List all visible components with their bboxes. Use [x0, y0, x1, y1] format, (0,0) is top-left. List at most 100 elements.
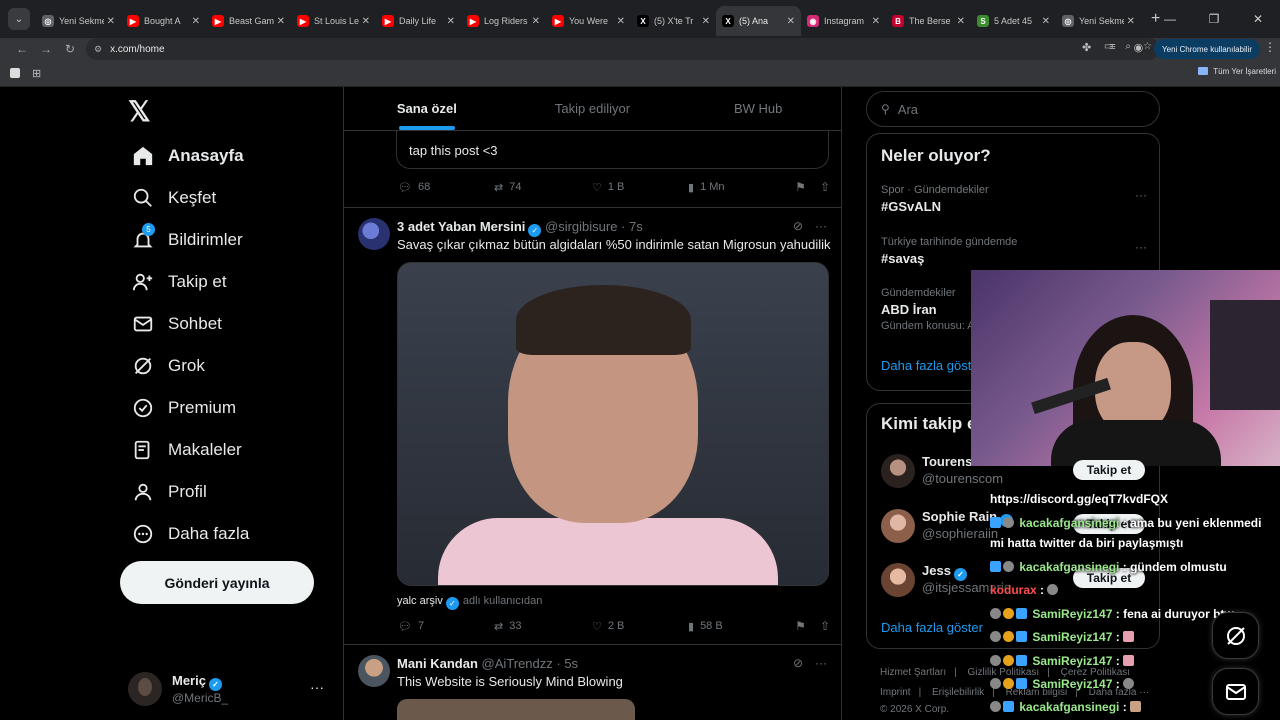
close-tab-icon[interactable]: ✕ — [957, 16, 965, 27]
reply-button[interactable]: 💬︎ 68 — [398, 181, 494, 194]
browser-tab[interactable]: X (5) Ana ✕ — [716, 6, 801, 36]
close-tab-icon[interactable]: ✕ — [447, 16, 455, 27]
show-more-link[interactable]: Daha fazla göster — [881, 358, 983, 373]
minimize-icon[interactable]: — — [1148, 12, 1192, 26]
close-tab-icon[interactable]: ✕ — [617, 16, 625, 27]
post-author[interactable]: Mani Kandan — [397, 656, 478, 671]
browser-tab[interactable]: ◎ Yeni Sekme ✕ — [1056, 6, 1141, 36]
media-control-icon[interactable]: ≡ — [1109, 41, 1115, 54]
url-input[interactable]: ⚙ x.com/home ▭ ⌕ ☆ — [86, 38, 1160, 60]
more-options-icon[interactable]: ··· — [815, 656, 827, 670]
retweet-button[interactable]: ⇄ 74 — [494, 181, 592, 194]
bookmark-icon[interactable]: ⚑ — [795, 180, 806, 194]
nav-item-chat[interactable]: Sohbet — [130, 305, 222, 343]
post-button[interactable]: Gönderi yayınla — [120, 561, 314, 604]
close-tab-icon[interactable]: ✕ — [107, 16, 115, 27]
bookmark-star-icon[interactable]: ☆ — [1143, 41, 1152, 52]
grok-icon[interactable]: ⊘ — [793, 656, 803, 670]
close-tab-icon[interactable]: ✕ — [192, 16, 200, 27]
site-info-icon[interactable]: ⚙ — [94, 44, 102, 55]
tab-search-icon[interactable]: ⌄ — [8, 8, 30, 30]
account-switcher[interactable]: Meriç ✓ @MericB_ ··· — [128, 667, 338, 711]
post-avatar[interactable] — [358, 218, 390, 250]
browser-tab[interactable]: ▶ Beast Gam ✕ — [206, 6, 291, 36]
nav-item-explore[interactable]: Keşfet — [130, 179, 216, 217]
x-logo-icon[interactable]: 𝕏 — [128, 95, 151, 128]
post-media[interactable] — [397, 699, 635, 720]
forward-icon[interactable]: → — [34, 42, 58, 56]
grok-icon[interactable]: ⊘ — [793, 219, 803, 233]
views-button[interactable]: ▮ 58 B — [688, 620, 792, 633]
media-source[interactable]: yalc arşiv — [397, 595, 443, 607]
quoted-post[interactable]: tap this post <3 — [396, 129, 829, 169]
tab-bw-hub[interactable]: BW Hub — [675, 87, 841, 130]
search-input[interactable]: ⚲ Ara — [866, 91, 1160, 127]
close-tab-icon[interactable]: ✕ — [787, 16, 795, 27]
close-tab-icon[interactable]: ✕ — [532, 16, 540, 27]
browser-tab[interactable]: ▶ You Were ✕ — [546, 6, 631, 36]
retweet-button[interactable]: ⇄ 33 — [494, 620, 592, 633]
all-bookmarks-button[interactable]: Tüm Yer İşaretleri — [1198, 67, 1276, 76]
nav-item-notifications[interactable]: 5 Bildirimler — [130, 221, 243, 259]
browser-tab[interactable]: B The Berse ✕ — [886, 6, 971, 36]
close-tab-icon[interactable]: ✕ — [1042, 16, 1050, 27]
nav-item-home[interactable]: Anasayfa — [130, 137, 244, 175]
bookmark-icon[interactable]: ⚑ — [795, 619, 806, 633]
browser-tab[interactable]: ◎ Yeni Sekme ✕ — [36, 6, 121, 36]
maximize-icon[interactable]: ❐ — [1192, 12, 1236, 26]
browser-tab[interactable]: ▶ St Louis Le ✕ — [291, 6, 376, 36]
chrome-update-button[interactable]: Yeni Chrome kullanılabilir — [1154, 39, 1260, 59]
share-icon[interactable]: ⇧ — [820, 619, 830, 633]
post-video[interactable] — [397, 262, 829, 586]
close-tab-icon[interactable]: ✕ — [362, 16, 370, 27]
nav-item-follow[interactable]: Takip et — [130, 263, 227, 301]
browser-tab[interactable]: ▶ Bought A ✕ — [121, 6, 206, 36]
heart-icon: ♡ — [592, 181, 602, 194]
tab-for-you[interactable]: Sana özel — [344, 87, 510, 130]
more-options-icon[interactable]: ··· — [1135, 188, 1147, 202]
chrome-menu-icon[interactable]: ⋮ — [1264, 40, 1276, 54]
nav-item-articles[interactable]: Makaleler — [130, 431, 242, 469]
more-options-icon[interactable]: ··· — [310, 679, 324, 695]
trend-item[interactable]: Türkiye tarihinde gündemde #savaş ··· — [881, 236, 1147, 266]
trend-item[interactable]: Spor · Gündemdekiler #GSvALN ··· — [881, 184, 1147, 214]
like-button[interactable]: ♡ 2 B — [592, 620, 688, 633]
browser-tab[interactable]: X (5) X'te Tr ✕ — [631, 6, 716, 36]
more-options-icon[interactable]: ··· — [1135, 240, 1147, 254]
close-tab-icon[interactable]: ✕ — [277, 16, 285, 27]
browser-tab[interactable]: ◉ Instagram ✕ — [801, 6, 886, 36]
share-icon[interactable]: ⇧ — [820, 180, 830, 194]
account-icon[interactable]: ◉ — [1134, 41, 1144, 54]
footer-link[interactable]: Imprint — [880, 687, 911, 698]
close-window-icon[interactable]: ✕ — [1236, 12, 1280, 26]
nav-item-premium[interactable]: Premium — [130, 389, 236, 427]
more-options-icon[interactable]: ··· — [815, 219, 827, 233]
back-icon[interactable]: ← — [10, 42, 34, 56]
post-author[interactable]: 3 adet Yaban Mersini — [397, 219, 525, 234]
like-button[interactable]: ♡ 1 B — [592, 181, 688, 194]
reload-icon[interactable]: ↻ — [58, 42, 82, 56]
extensions-icon[interactable]: ✤ — [1082, 41, 1091, 54]
browser-tab[interactable]: ▶ Daily Life ✕ — [376, 6, 461, 36]
browser-tab[interactable]: S 5 Adet 45 ✕ — [971, 6, 1056, 36]
browser-tab[interactable]: ▶ Log Riders ✕ — [461, 6, 546, 36]
post-avatar[interactable] — [358, 655, 390, 687]
close-tab-icon[interactable]: ✕ — [702, 16, 710, 27]
apps-grid-icon[interactable]: ⊞ — [32, 67, 41, 80]
footer-link[interactable]: Hizmet Şartları — [880, 667, 946, 678]
bookmark-page-icon[interactable] — [10, 68, 20, 78]
nav-item-profile[interactable]: Profil — [130, 473, 207, 511]
follow-button[interactable]: Takip et — [1073, 460, 1145, 480]
nav-item-more[interactable]: Daha fazla — [130, 515, 249, 553]
tab-following[interactable]: Takip ediliyor — [510, 87, 676, 130]
nav-item-grok[interactable]: Grok — [130, 347, 205, 385]
close-tab-icon[interactable]: ✕ — [872, 16, 880, 27]
show-more-link[interactable]: Daha fazla göster — [881, 620, 983, 635]
grok-button[interactable] — [1212, 612, 1259, 659]
messages-button[interactable] — [1212, 668, 1259, 715]
reply-button[interactable]: 💬︎ 7 — [398, 620, 494, 633]
footer-link[interactable]: Erişilebilirlik — [932, 687, 984, 698]
post[interactable]: 3 adet Yaban Mersini ✓ @sirgibisure · 7s … — [344, 208, 841, 648]
views-button[interactable]: ▮ 1 Mn — [688, 181, 792, 194]
close-tab-icon[interactable]: ✕ — [1127, 16, 1135, 27]
